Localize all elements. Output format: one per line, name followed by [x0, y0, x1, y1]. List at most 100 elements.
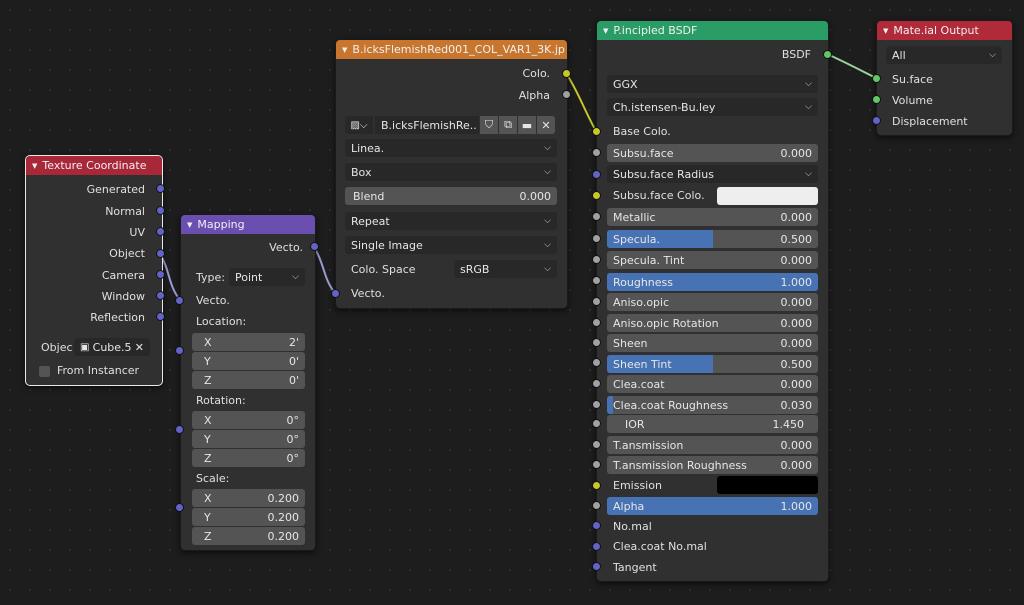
open-button[interactable]: ▬ [518, 116, 536, 134]
socket-specular-tint[interactable] [592, 255, 601, 264]
socket-image-alpha-out[interactable] [562, 90, 571, 99]
socket-generated[interactable] [156, 184, 165, 193]
duplicate-button[interactable]: ⧉ [499, 116, 517, 134]
texture-coordinate-node[interactable]: ▼ Texture Coordinate Generated Normal UV… [25, 155, 163, 386]
projection-dropdown[interactable]: Box ⌵ [345, 163, 557, 181]
socket-emission[interactable] [592, 481, 601, 490]
roughness-field[interactable]: Roughness 1.000 [607, 273, 818, 291]
socket-mapping-vector-in[interactable] [175, 296, 184, 305]
socket-subsurface-color[interactable] [592, 191, 601, 200]
specular-tint-field[interactable]: Specula. Tint 0.000 [607, 251, 818, 269]
socket-object[interactable] [156, 249, 165, 258]
scale-z-field[interactable]: Z 0.200 [192, 527, 305, 545]
image-texture-node[interactable]: ▼ B.icksFlemishRed001_COL_VAR1_3K.jp Col… [335, 39, 568, 309]
socket-rotation[interactable] [175, 425, 184, 434]
socket-image-vector-in[interactable] [331, 289, 340, 298]
location-z-field[interactable]: Z 0' [192, 371, 305, 389]
socket-alpha[interactable] [592, 501, 601, 510]
socket-sheen[interactable] [592, 338, 601, 347]
socket-reflection[interactable] [156, 312, 165, 321]
subsurface-field[interactable]: Subsu.face 0.000 [607, 144, 818, 162]
target-dropdown[interactable]: All ⌵ [886, 46, 1002, 64]
from-instancer-checkbox[interactable] [39, 366, 50, 377]
clear-icon[interactable]: ✕ [135, 341, 144, 354]
material-output-node[interactable]: ▼ Mate.ial Output All ⌵ Su.face Volume D… [876, 20, 1013, 136]
socket-mapping-vector-out[interactable] [310, 242, 319, 251]
socket-transmission-roughness[interactable] [592, 460, 601, 469]
colorspace-dropdown[interactable]: sRGB ⌵ [454, 260, 557, 278]
socket-location[interactable] [175, 346, 184, 355]
socket-sheen-tint[interactable] [592, 358, 601, 367]
clearcoat-roughness-field[interactable]: Clea.coat Roughness 0.030 [607, 396, 818, 414]
sheen-tint-field[interactable]: Sheen Tint 0.500 [607, 355, 818, 373]
socket-clearcoat[interactable] [592, 379, 601, 388]
principled-header[interactable]: ▼ P.incipled BSDF [597, 21, 828, 40]
socket-clearcoat-normal[interactable] [592, 542, 601, 551]
collapse-triangle-icon[interactable]: ▼ [342, 46, 347, 54]
image-name-field[interactable]: B.icksFlemishRe.. [375, 116, 479, 134]
socket-tangent[interactable] [592, 562, 601, 571]
socket-metallic[interactable] [592, 212, 601, 221]
anisotropic-field[interactable]: Aniso.opic 0.000 [607, 293, 818, 311]
mapping-header[interactable]: ▼ Mapping [181, 215, 315, 234]
collapse-triangle-icon[interactable]: ▼ [603, 27, 608, 35]
socket-window[interactable] [156, 291, 165, 300]
socket-normal[interactable] [592, 521, 601, 530]
source-dropdown[interactable]: Single Image ⌵ [345, 236, 557, 254]
scale-y-field[interactable]: Y 0.200 [192, 508, 305, 526]
type-dropdown[interactable]: Point ⌵ [229, 268, 305, 286]
fake-user-button[interactable]: ⛉ [480, 116, 498, 134]
subsurface-method-dropdown[interactable]: Ch.istensen-Bu.ley ⌵ [607, 98, 818, 116]
extension-dropdown[interactable]: Repeat ⌵ [345, 212, 557, 230]
location-y-field[interactable]: Y 0' [192, 352, 305, 370]
collapse-triangle-icon[interactable]: ▼ [32, 162, 37, 170]
socket-anisotropic-rotation[interactable] [592, 318, 601, 327]
socket-subsurface[interactable] [592, 148, 601, 157]
socket-clearcoat-roughness[interactable] [592, 400, 601, 409]
subsurface-color-swatch[interactable] [717, 187, 818, 205]
object-selector[interactable]: ▣ Cube.5 ✕ [74, 338, 150, 356]
socket-ior[interactable] [592, 419, 601, 428]
unlink-button[interactable]: ✕ [537, 116, 555, 134]
location-x-field[interactable]: X 2' [192, 333, 305, 351]
subsurface-radius-dropdown[interactable]: Subsu.face Radius ⌵ [607, 165, 818, 183]
socket-normal[interactable] [156, 206, 165, 215]
socket-uv[interactable] [156, 227, 165, 236]
socket-roughness[interactable] [592, 276, 601, 285]
socket-bsdf-out[interactable] [823, 50, 832, 59]
image-texture-header[interactable]: ▼ B.icksFlemishRed001_COL_VAR1_3K.jp [336, 40, 567, 59]
socket-surface[interactable] [872, 74, 881, 83]
socket-displacement[interactable] [872, 116, 881, 125]
blend-field[interactable]: Blend 0.000 [345, 187, 557, 205]
texture-coordinate-header[interactable]: ▼ Texture Coordinate [26, 156, 162, 175]
collapse-triangle-icon[interactable]: ▼ [883, 27, 888, 35]
socket-image-color-out[interactable] [562, 69, 571, 78]
alpha-field[interactable]: Alpha 1.000 [607, 497, 818, 515]
distribution-dropdown[interactable]: GGX ⌵ [607, 75, 818, 93]
socket-volume[interactable] [872, 95, 881, 104]
interpolation-dropdown[interactable]: Linea. ⌵ [345, 139, 557, 157]
scale-x-field[interactable]: X 0.200 [192, 489, 305, 507]
ior-field[interactable]: IOR 1.450 [607, 415, 818, 433]
specular-field[interactable]: Specula. 0.500 [607, 230, 818, 248]
socket-camera[interactable] [156, 270, 165, 279]
socket-specular[interactable] [592, 234, 601, 243]
material-output-header[interactable]: ▼ Mate.ial Output [877, 21, 1012, 40]
socket-anisotropic[interactable] [592, 297, 601, 306]
transmission-field[interactable]: T.ansmission 0.000 [607, 436, 818, 454]
socket-base-color[interactable] [592, 127, 601, 136]
sheen-field[interactable]: Sheen 0.000 [607, 334, 818, 352]
rotation-y-field[interactable]: Y 0° [192, 430, 305, 448]
clearcoat-field[interactable]: Clea.coat 0.000 [607, 375, 818, 393]
socket-subsurface-radius[interactable] [592, 170, 601, 179]
transmission-roughness-field[interactable]: T.ansmission Roughness 0.000 [607, 456, 818, 474]
mapping-node[interactable]: ▼ Mapping Vecto. Type: Point ⌵ Vecto. Lo… [180, 214, 316, 551]
anisotropic-rotation-field[interactable]: Aniso.opic Rotation 0.000 [607, 314, 818, 332]
principled-bsdf-node[interactable]: ▼ P.incipled BSDF BSDF GGX ⌵ Ch.istensen… [596, 20, 829, 582]
emission-color-swatch[interactable] [717, 476, 818, 494]
socket-transmission[interactable] [592, 440, 601, 449]
socket-scale[interactable] [175, 503, 184, 512]
rotation-x-field[interactable]: X 0° [192, 411, 305, 429]
metallic-field[interactable]: Metallic 0.000 [607, 208, 818, 226]
rotation-z-field[interactable]: Z 0° [192, 449, 305, 467]
